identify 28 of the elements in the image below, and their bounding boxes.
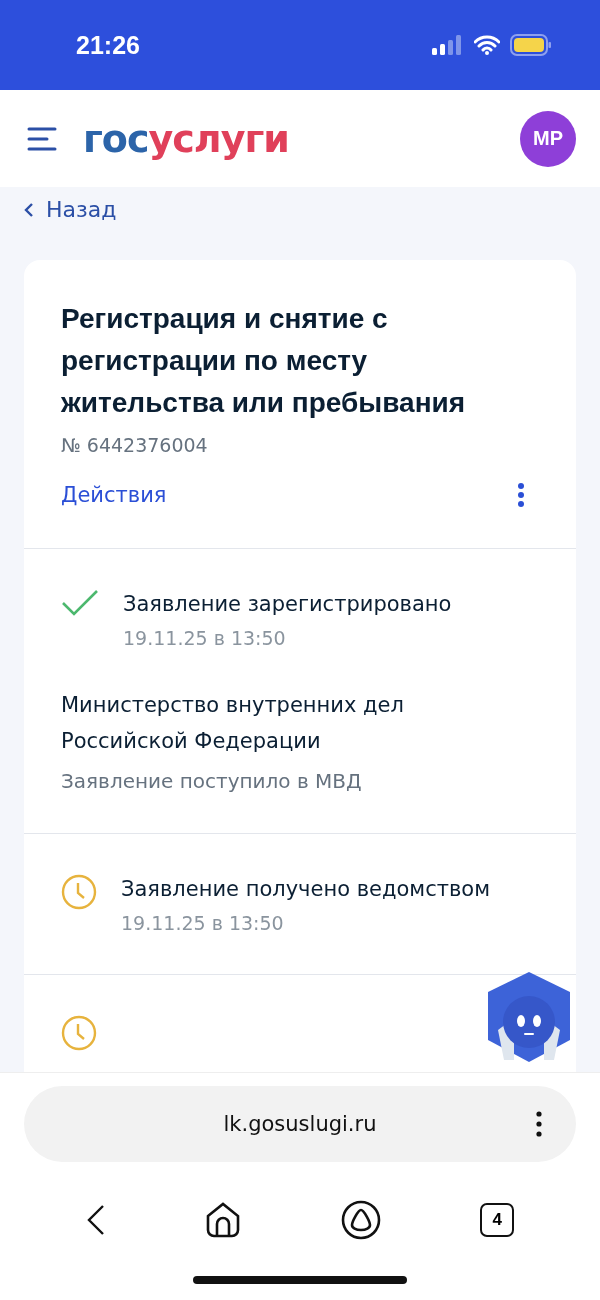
home-icon[interactable] bbox=[205, 1202, 242, 1238]
check-icon bbox=[61, 589, 99, 617]
avatar[interactable]: МР bbox=[520, 110, 576, 167]
status-title: Заявление зарегистрировано bbox=[123, 591, 452, 618]
status-date: 19.11.25 в 13:50 bbox=[123, 627, 287, 649]
clock-icon bbox=[61, 874, 97, 910]
tabs-count-button[interactable]: 4 bbox=[480, 1203, 515, 1237]
assistant-icon[interactable] bbox=[340, 1200, 381, 1240]
menu-icon[interactable] bbox=[27, 126, 57, 151]
wifi-icon bbox=[474, 35, 500, 55]
address-bar[interactable]: lk.gosuslugi.ru bbox=[24, 1086, 576, 1162]
logo[interactable]: госуслуги bbox=[83, 119, 289, 158]
signal-icon bbox=[432, 35, 464, 55]
department-name: Министерство внутренних дел Российской Федерации bbox=[61, 692, 405, 755]
actions-link[interactable]: Действия bbox=[61, 483, 167, 507]
chevron-left-icon bbox=[24, 202, 34, 217]
status-date: 19.11.25 в 13:50 bbox=[121, 912, 285, 934]
status-note: Заявление поступило в МВД bbox=[61, 769, 363, 793]
service-title: Регистрация и снятие с регистрации по месту жительства или пребывания bbox=[61, 302, 467, 420]
more-icon[interactable] bbox=[517, 482, 525, 508]
application-number: № 6442376004 bbox=[61, 434, 209, 456]
clock-icon bbox=[61, 1015, 97, 1051]
status-title: Заявление получено ведомством bbox=[121, 876, 491, 903]
back-icon[interactable] bbox=[85, 1204, 106, 1236]
more-icon[interactable] bbox=[536, 1111, 542, 1137]
battery-icon bbox=[510, 34, 552, 56]
status-time: 21:26 bbox=[76, 30, 140, 60]
back-link[interactable]: Назад bbox=[24, 197, 117, 222]
